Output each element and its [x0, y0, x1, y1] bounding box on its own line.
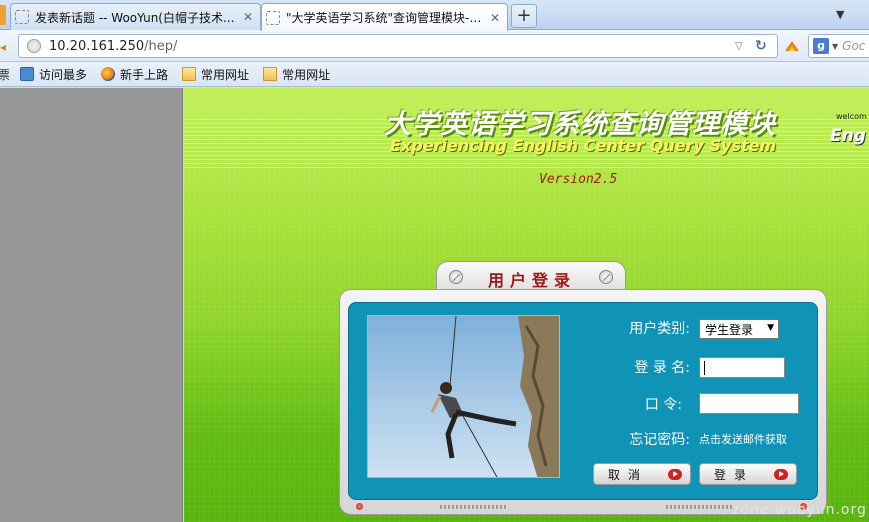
watermark: zone.wooyun.org: [732, 502, 867, 518]
globe-icon: [27, 39, 41, 53]
chevron-down-icon: ▼: [767, 323, 774, 333]
tab-wooyun[interactable]: 发表新话题 -- WooYun(白帽子技术... ✕: [10, 3, 261, 30]
login-button[interactable]: 登录: [699, 463, 797, 485]
close-icon[interactable]: ✕: [489, 11, 501, 25]
cancel-button[interactable]: 取消: [593, 463, 691, 485]
url-text[interactable]: 10.20.161.250/hep/: [49, 39, 735, 54]
tab-title: "大学英语学习系统"查询管理模块--...: [286, 11, 485, 25]
most-visited-icon: [20, 67, 35, 81]
grip-dots: [666, 505, 734, 509]
login-name-label: 登 录 名:: [634, 360, 690, 376]
login-page: 大学英语学习系统查询管理模块 Experiencing English Cent…: [184, 88, 869, 522]
folder-icon: [263, 67, 278, 81]
tab-title: 发表新话题 -- WooYun(白帽子技术...: [35, 10, 235, 25]
password-label: 口 令:: [644, 397, 682, 413]
user-type-select[interactable]: 学生登录 ▼: [699, 319, 779, 339]
folder-icon: [182, 67, 197, 81]
login-name-input[interactable]: [699, 357, 785, 378]
play-arrow-icon: [774, 469, 788, 480]
bookmark-label: 新手上路: [120, 67, 169, 82]
tab-list-chevron-down-icon[interactable]: ▼: [836, 8, 844, 21]
tab-hep-system[interactable]: "大学英语学习系统"查询管理模块--... ✕: [261, 3, 508, 31]
text-cursor: [704, 361, 705, 375]
bookmark-label: 访问最多: [39, 67, 88, 82]
google-icon[interactable]: g: [813, 38, 829, 54]
climber-image: [367, 315, 560, 478]
english-text-stub: Eng: [830, 126, 866, 146]
close-icon[interactable]: ✕: [242, 10, 254, 24]
url-history-dropdown-icon[interactable]: ▽: [735, 41, 747, 52]
search-box[interactable]: g ▼ Goc: [808, 34, 869, 58]
bookmarks-toolbar: 票 访问最多 新手上路 常用网址 常用网址: [0, 62, 869, 87]
forgot-password-link[interactable]: 点击发送邮件获取: [699, 431, 787, 447]
page-favicon-icon: [266, 10, 280, 25]
version-label: Version2.5: [539, 172, 618, 187]
address-bar[interactable]: 10.20.161.250/hep/ ▽ ↻: [18, 34, 778, 58]
login-panel: 用户类别: 学生登录 ▼ 登 录 名: 口 令: 忘记密码: 点击发送邮件获取: [339, 289, 827, 515]
bookmark-stub[interactable]: 票: [0, 66, 10, 83]
browser-tab-strip: 发表新话题 -- WooYun(白帽子技术... ✕ "大学英语学习系统"查询管…: [0, 0, 869, 31]
reload-icon[interactable]: ↻: [755, 38, 769, 54]
back-arrow-icon[interactable]: ◂: [0, 40, 6, 54]
grip-dots: [440, 505, 508, 509]
viewport: 大学英语学习系统查询管理模块 Experiencing English Cent…: [0, 88, 869, 522]
search-placeholder: Goc: [842, 39, 866, 53]
login-panel-body: 用户类别: 学生登录 ▼ 登 录 名: 口 令: 忘记密码: 点击发送邮件获取: [348, 302, 818, 500]
user-type-label: 用户类别:: [629, 321, 690, 337]
page-favicon-icon: [15, 10, 29, 24]
navigation-bar: ◂ 10.20.161.250/hep/ ▽ ↻ g ▼ Goc: [0, 30, 869, 62]
system-subtitle: Experiencing English Center Query System: [390, 136, 777, 155]
led-indicator-icon: [356, 503, 363, 510]
firefox-menu-stub[interactable]: [0, 5, 6, 25]
bookmark-folder-common-1[interactable]: 常用网址: [182, 66, 249, 83]
bookmark-label: 常用网址: [282, 67, 331, 82]
password-input[interactable]: [699, 393, 799, 414]
new-tab-button[interactable]: +: [511, 4, 537, 28]
disc-icon: [599, 270, 613, 284]
play-arrow-icon: [668, 469, 682, 480]
search-engine-dropdown-icon[interactable]: ▼: [832, 42, 838, 51]
bookmark-folder-common-2[interactable]: 常用网址: [263, 66, 330, 83]
forgot-password-label: 忘记密码:: [629, 432, 690, 448]
firefox-icon: [101, 67, 116, 81]
addon-fox-icon[interactable]: [784, 39, 800, 53]
page-left-margin: [0, 88, 183, 522]
user-type-value: 学生登录: [705, 322, 754, 337]
welcome-text: welcom: [836, 112, 867, 121]
bookmark-label: 常用网址: [201, 67, 250, 82]
bookmark-most-visited[interactable]: 访问最多: [20, 66, 87, 83]
bookmark-getting-started[interactable]: 新手上路: [101, 66, 168, 83]
